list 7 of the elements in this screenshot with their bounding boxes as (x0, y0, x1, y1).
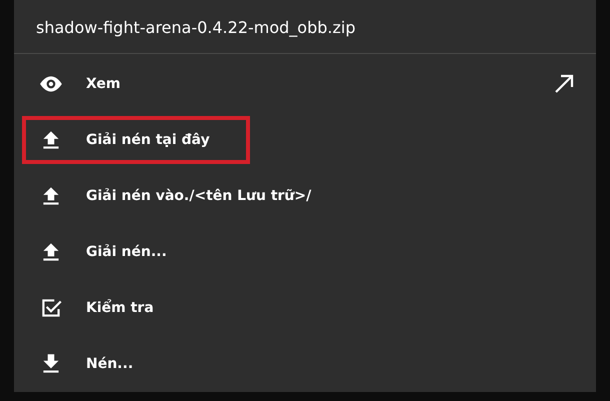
menu-item[interactable]: Giải nén... (22, 228, 207, 276)
menu-item[interactable]: Kiểm tra (22, 284, 194, 332)
menu-item[interactable]: Nén... (22, 340, 174, 388)
menu-item[interactable]: Giải nén tại đây (22, 116, 250, 164)
file-name-title: shadow-fight-arena-0.4.22-mod_obb.zip (35, 17, 356, 38)
menu-item[interactable]: Xem (22, 60, 161, 108)
menu-item[interactable]: Giải nén vào./<tên Lưu trữ>/ (22, 172, 352, 220)
